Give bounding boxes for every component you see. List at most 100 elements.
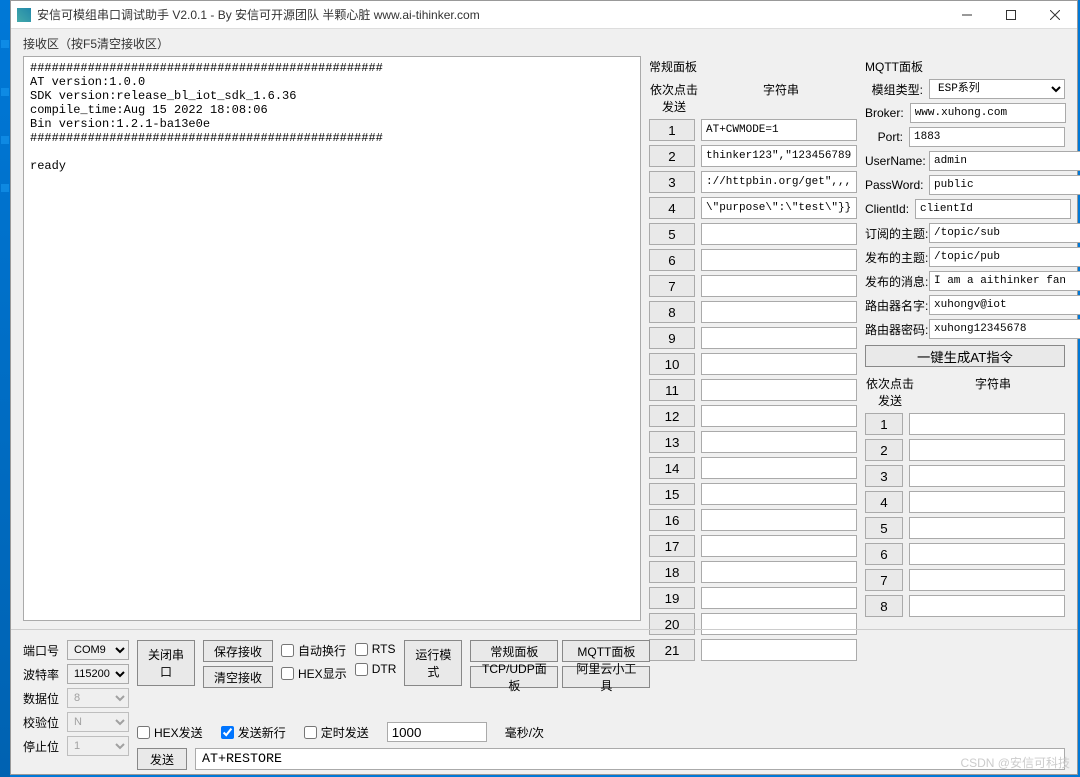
hex-send-checkbox[interactable]: HEX发送 [137, 724, 203, 741]
save-receive-button[interactable]: 保存接收 [203, 640, 273, 662]
mqtt-router_name-input[interactable] [929, 295, 1080, 315]
normal-seq-button-18[interactable]: 18 [649, 561, 695, 583]
normal-seq-input-9[interactable] [701, 327, 857, 349]
normal-seq-button-15[interactable]: 15 [649, 483, 695, 505]
hex-display-checkbox[interactable]: HEX显示 [281, 665, 347, 682]
mqtt-sub-input[interactable] [929, 223, 1080, 243]
normal-seq-button-1[interactable]: 1 [649, 119, 695, 141]
normal-seq-button-12[interactable]: 12 [649, 405, 695, 427]
clear-receive-button[interactable]: 清空接收 [203, 666, 273, 688]
stopbits-select[interactable]: 1 [67, 736, 129, 756]
port-settings: 端口号COM9 波特率115200 数据位8 校验位N 停止位1 [23, 640, 129, 756]
mqtt-router_pass-input[interactable] [929, 319, 1080, 339]
normal-seq-input-18[interactable] [701, 561, 857, 583]
normal-seq-button-16[interactable]: 16 [649, 509, 695, 531]
normal-seq-button-8[interactable]: 8 [649, 301, 695, 323]
rts-checkbox[interactable]: RTS [355, 642, 397, 656]
normal-seq-input-6[interactable] [701, 249, 857, 271]
dtr-checkbox[interactable]: DTR [355, 662, 397, 676]
send-button[interactable]: 发送 [137, 748, 187, 770]
normal-seq-button-3[interactable]: 3 [649, 171, 695, 193]
mqtt-pub-input[interactable] [929, 247, 1080, 267]
normal-seq-button-10[interactable]: 10 [649, 353, 695, 375]
normal-seq-button-6[interactable]: 6 [649, 249, 695, 271]
mqtt-seq-input-5[interactable] [909, 517, 1065, 539]
normal-seq-button-5[interactable]: 5 [649, 223, 695, 245]
receive-area[interactable]: ########################################… [23, 56, 641, 621]
normal-seq-input-5[interactable] [701, 223, 857, 245]
normal-seq-button-17[interactable]: 17 [649, 535, 695, 557]
normal-seq-input-11[interactable] [701, 379, 857, 401]
mqtt-seq-input-3[interactable] [909, 465, 1065, 487]
normal-seq-button-9[interactable]: 9 [649, 327, 695, 349]
maximize-button[interactable] [989, 1, 1033, 29]
normal-seq-input-14[interactable] [701, 457, 857, 479]
tab-tcp-button[interactable]: TCP/UDP面板 [470, 666, 558, 688]
generate-at-button[interactable]: 一键生成AT指令 [865, 345, 1065, 367]
normal-seq-input-19[interactable] [701, 587, 857, 609]
timed-send-checkbox[interactable]: 定时发送 [304, 724, 369, 741]
tab-normal-button[interactable]: 常规面板 [470, 640, 558, 662]
normal-seq-input-16[interactable] [701, 509, 857, 531]
run-mode-button[interactable]: 运行模式 [404, 640, 462, 686]
mqtt-pass-input[interactable] [929, 175, 1080, 195]
baud-select[interactable]: 115200 [67, 664, 129, 684]
interval-input[interactable] [387, 722, 487, 742]
mqtt-seq-button-8[interactable]: 8 [865, 595, 903, 617]
mqtt-seq-input-7[interactable] [909, 569, 1065, 591]
send-input[interactable] [195, 748, 1065, 770]
normal-seq-button-7[interactable]: 7 [649, 275, 695, 297]
mqtt-seq-button-3[interactable]: 3 [865, 465, 903, 487]
mqtt-seq-button-5[interactable]: 5 [865, 517, 903, 539]
send-newline-checkbox[interactable]: 发送新行 [221, 724, 286, 741]
normal-seq-input-7[interactable] [701, 275, 857, 297]
tab-aliyun-button[interactable]: 阿里云小工具 [562, 666, 650, 688]
normal-seq-button-14[interactable]: 14 [649, 457, 695, 479]
close-port-button[interactable]: 关闭串口 [137, 640, 195, 686]
mqtt-panel-title: MQTT面板 [865, 56, 1065, 79]
normal-seq-button-13[interactable]: 13 [649, 431, 695, 453]
normal-seq-input-2[interactable] [701, 145, 857, 167]
mqtt-msg-input[interactable] [929, 271, 1080, 291]
normal-seq-input-13[interactable] [701, 431, 857, 453]
normal-seq-input-15[interactable] [701, 483, 857, 505]
mqtt-broker-input[interactable] [910, 103, 1066, 123]
mqtt-seq-input-6[interactable] [909, 543, 1065, 565]
normal-seq-input-10[interactable] [701, 353, 857, 375]
mqtt-panel: MQTT面板 模组类型:ESP系列Broker:Port:UserName:Pa… [865, 56, 1065, 621]
mqtt-seq-input-2[interactable] [909, 439, 1065, 461]
normal-panel-title: 常规面板 [649, 56, 857, 79]
parity-select[interactable]: N [67, 712, 129, 732]
normal-seq-button-2[interactable]: 2 [649, 145, 695, 167]
mqtt-seq-button-2[interactable]: 2 [865, 439, 903, 461]
normal-seq-input-1[interactable] [701, 119, 857, 141]
normal-seq-input-17[interactable] [701, 535, 857, 557]
auto-wrap-checkbox[interactable]: 自动换行 [281, 642, 347, 659]
mqtt-seq-button-7[interactable]: 7 [865, 569, 903, 591]
app-icon [17, 8, 31, 22]
normal-seq-button-19[interactable]: 19 [649, 587, 695, 609]
normal-seq-button-11[interactable]: 11 [649, 379, 695, 401]
close-button[interactable] [1033, 1, 1077, 29]
window-title: 安信可模组串口调试助手 V2.0.1 - By 安信可开源团队 半颗心脏 www… [37, 6, 945, 23]
port-select[interactable]: COM9 [67, 640, 129, 660]
normal-seq-button-4[interactable]: 4 [649, 197, 695, 219]
mqtt-seq-input-1[interactable] [909, 413, 1065, 435]
normal-seq-input-12[interactable] [701, 405, 857, 427]
mqtt-seq-input-4[interactable] [909, 491, 1065, 513]
mqtt-user-input[interactable] [929, 151, 1080, 171]
mqtt-clientid-input[interactable] [915, 199, 1071, 219]
rx-area-label: 接收区（按F5清空接收区） [11, 29, 1077, 56]
mqtt-module_type-select[interactable]: ESP系列 [929, 79, 1065, 99]
normal-seq-input-8[interactable] [701, 301, 857, 323]
mqtt-seq-input-8[interactable] [909, 595, 1065, 617]
mqtt-port-input[interactable] [909, 127, 1065, 147]
databits-select[interactable]: 8 [67, 688, 129, 708]
mqtt-seq-button-6[interactable]: 6 [865, 543, 903, 565]
normal-seq-input-4[interactable] [701, 197, 857, 219]
mqtt-seq-button-4[interactable]: 4 [865, 491, 903, 513]
tab-mqtt-button[interactable]: MQTT面板 [562, 640, 650, 662]
mqtt-seq-button-1[interactable]: 1 [865, 413, 903, 435]
minimize-button[interactable] [945, 1, 989, 29]
normal-seq-input-3[interactable] [701, 171, 857, 193]
